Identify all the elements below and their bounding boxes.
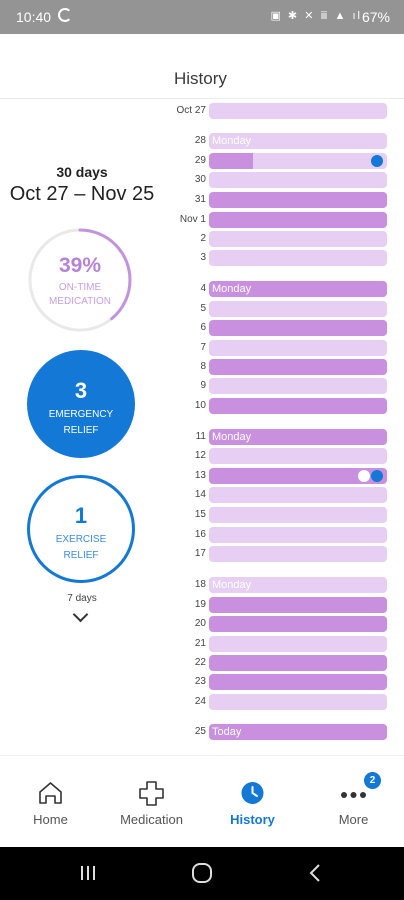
day-label: 16: [194, 529, 206, 540]
day-bar[interactable]: Monday: [209, 281, 387, 297]
day-bar[interactable]: [209, 231, 387, 247]
day-label: 14: [194, 489, 206, 500]
back-icon[interactable]: [296, 861, 336, 885]
more-dots-icon: [303, 780, 404, 806]
day-label: 28: [194, 135, 206, 146]
bottom-navigation: Home Medication History 2 More: [0, 755, 404, 847]
day-bar[interactable]: [209, 340, 387, 356]
weekday-label: Today: [212, 726, 242, 738]
system-navigation-bar: [0, 847, 404, 900]
day-bar[interactable]: [209, 320, 387, 336]
day-label: 29: [194, 155, 206, 166]
nav-home[interactable]: Home: [0, 756, 101, 848]
day-bar[interactable]: Monday: [209, 429, 387, 445]
day-label: 18: [194, 579, 206, 590]
day-label: 23: [194, 676, 206, 687]
partial-dose-segment: [209, 153, 253, 169]
day-bar[interactable]: [209, 398, 387, 414]
nav-home-label: Home: [33, 812, 68, 827]
day-bar[interactable]: [209, 674, 387, 690]
home-icon: [0, 780, 101, 806]
day-label: 19: [194, 599, 206, 610]
day-label: 25: [194, 726, 206, 737]
notification-badge: 2: [364, 772, 381, 789]
day-label: 6: [200, 322, 206, 333]
day-bar[interactable]: [209, 546, 387, 562]
weekday-label: Monday: [212, 579, 252, 591]
day-label: 2: [200, 233, 206, 244]
day-bar[interactable]: [209, 378, 387, 394]
day-bar[interactable]: [209, 527, 387, 543]
day-label: 22: [194, 657, 206, 668]
relief-event-dot[interactable]: [371, 470, 383, 482]
day-bar[interactable]: [209, 301, 387, 317]
relief-event-dot[interactable]: [371, 155, 383, 167]
medical-cross-icon: [101, 780, 202, 806]
nav-history[interactable]: History: [202, 756, 303, 848]
day-label: 13: [194, 470, 206, 481]
day-label: 9: [200, 380, 206, 391]
day-bar[interactable]: [209, 448, 387, 464]
weekday-label: Monday: [212, 283, 252, 295]
day-bar[interactable]: [209, 192, 387, 208]
event-marker-dot[interactable]: [358, 470, 370, 482]
day-label: 11: [195, 431, 206, 442]
day-label: 5: [200, 303, 206, 314]
day-label: 7: [200, 342, 206, 353]
nav-more[interactable]: 2 More: [303, 756, 404, 848]
day-bar[interactable]: [209, 487, 387, 503]
day-bar[interactable]: [209, 636, 387, 652]
day-bar[interactable]: [209, 359, 387, 375]
day-bar[interactable]: [209, 172, 387, 188]
nav-more-label: More: [338, 812, 369, 827]
nav-history-label: History: [230, 812, 275, 827]
recent-apps-icon[interactable]: [68, 861, 108, 885]
day-label: 20: [194, 618, 206, 629]
day-bar[interactable]: [209, 212, 387, 228]
day-label: 4: [200, 283, 206, 294]
day-label: 17: [194, 548, 206, 559]
day-bar[interactable]: Monday: [209, 133, 387, 149]
day-bar[interactable]: [209, 694, 387, 710]
day-label: Oct 27: [176, 105, 206, 116]
day-label: 24: [194, 696, 206, 707]
day-label: 8: [200, 361, 206, 372]
day-bar[interactable]: [209, 103, 387, 119]
day-bar[interactable]: [209, 507, 387, 523]
nav-medication[interactable]: Medication: [101, 756, 202, 848]
weekday-label: Monday: [212, 431, 252, 443]
clock-icon: [202, 780, 303, 806]
day-label: Nov 1: [179, 214, 206, 225]
day-bar[interactable]: [209, 655, 387, 671]
day-label: 10: [194, 400, 206, 411]
day-label: 15: [194, 509, 206, 520]
history-timeline: Oct 27 28 Monday 29 30 31 Nov 1 2 3 4 Monday 5 6 7 8 9 1…: [0, 0, 404, 760]
day-bar[interactable]: [209, 597, 387, 613]
nav-medication-label: Medication: [120, 812, 183, 827]
day-bar[interactable]: Monday: [209, 577, 387, 593]
day-label: 21: [194, 638, 206, 649]
home-button-icon[interactable]: [182, 861, 222, 885]
day-bar[interactable]: Today: [209, 724, 387, 740]
day-label: 12: [194, 450, 206, 461]
day-label: 3: [200, 252, 206, 263]
day-bar[interactable]: [209, 616, 387, 632]
day-label: 31: [194, 194, 206, 205]
weekday-label: Monday: [212, 135, 252, 147]
day-bar[interactable]: [209, 250, 387, 266]
day-label: 30: [194, 174, 206, 185]
